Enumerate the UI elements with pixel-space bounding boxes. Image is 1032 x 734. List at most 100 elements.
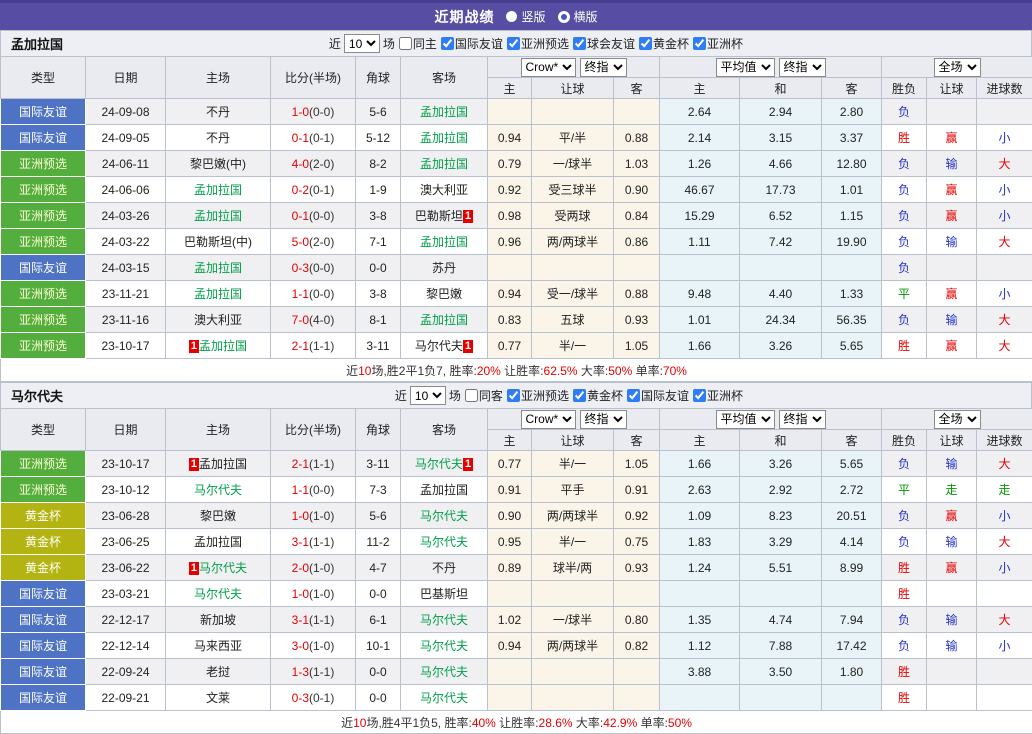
avg-draw-odds-cell: 7.88 <box>740 633 822 659</box>
league-label: 亚洲预选 <box>521 387 569 404</box>
league-checkbox[interactable] <box>639 37 652 50</box>
halftime-score: (0-0) <box>309 261 334 275</box>
league-checkbox[interactable] <box>693 389 706 402</box>
away-team-cell: 孟加拉国 <box>401 125 488 151</box>
league-filter-4[interactable]: 黄金杯 <box>635 35 689 52</box>
crow-handicap-cell <box>532 99 614 125</box>
league-checkbox[interactable] <box>507 37 520 50</box>
crow-bookmaker-select[interactable]: Crow* <box>521 58 576 77</box>
fulltime-score: 3-1 <box>292 535 309 549</box>
match-row: 国际友谊24-09-05不丹0-1(0-1)5-12孟加拉国0.94平/半0.8… <box>1 125 1032 151</box>
rank-badge-icon: 1 <box>463 210 473 223</box>
handicap-result-cell: 输 <box>927 307 977 333</box>
league-filter-3[interactable]: 国际友谊 <box>623 387 689 404</box>
crow-handicap-cell: 五球 <box>532 307 614 333</box>
halftime-score: (1-0) <box>309 509 334 523</box>
league-label: 国际友谊 <box>641 387 689 404</box>
league-filter-1[interactable]: 国际友谊 <box>437 35 503 52</box>
rank-badge-icon: 1 <box>463 458 473 471</box>
match-row: 黄金杯23-06-221马尔代夫2-0(1-0)4-7不丹0.89球半/两0.9… <box>1 555 1032 581</box>
crow-bookmaker-select[interactable]: Crow* <box>521 410 576 429</box>
crow-final-select[interactable]: 终指 <box>580 58 627 77</box>
col-header-6: 客场 <box>401 409 488 451</box>
match-type-cell: 亚洲预选 <box>1 333 86 359</box>
league-checkbox[interactable] <box>441 37 454 50</box>
avg-final-select[interactable]: 终指 <box>779 58 826 77</box>
rank-badge-icon: 1 <box>463 340 473 353</box>
league-checkbox[interactable] <box>627 389 640 402</box>
avg-select[interactable]: 平均值 <box>716 58 775 77</box>
title-bar: 近期战绩 竖版 横版 <box>0 0 1032 30</box>
fulltime-score: 1-0 <box>292 587 309 601</box>
avg-final-select[interactable]: 终指 <box>779 410 826 429</box>
same-side-checkbox[interactable] <box>465 389 478 402</box>
corner-cell: 11-2 <box>356 529 401 555</box>
filter-controls: 近10场同客亚洲预选黄金杯国际友谊亚洲杯 <box>395 386 743 405</box>
result-cell: 负 <box>882 151 927 177</box>
crow-odds-group-header: Crow*终指 <box>488 57 660 78</box>
recent-count-select[interactable]: 10 <box>344 34 380 53</box>
avg-draw-odds-cell: 4.66 <box>740 151 822 177</box>
layout-radio-vertical[interactable]: 竖版 <box>506 8 545 25</box>
recent-count-select[interactable]: 10 <box>410 386 446 405</box>
date-cell: 22-12-14 <box>86 633 166 659</box>
avg-draw-odds-cell: 4.74 <box>740 607 822 633</box>
crow-home-odds-cell: 0.91 <box>488 477 532 503</box>
corner-cell: 3-8 <box>356 203 401 229</box>
same-side-label: 同主 <box>413 35 437 52</box>
fullmatch-select[interactable]: 全场 <box>934 58 981 77</box>
team-text: 孟加拉国 <box>199 339 247 353</box>
avg-select[interactable]: 平均值 <box>716 410 775 429</box>
result-cell: 负 <box>882 229 927 255</box>
halftime-score: (0-1) <box>309 131 334 145</box>
same-side-filter[interactable]: 同客 <box>461 387 503 404</box>
crow-away-odds-cell: 0.86 <box>614 229 660 255</box>
radio-unselected-icon <box>558 11 570 23</box>
match-type-cell: 亚洲预选 <box>1 229 86 255</box>
league-filter-2[interactable]: 黄金杯 <box>569 387 623 404</box>
match-row: 亚洲预选23-10-12马尔代夫1-1(0-0)7-3孟加拉国0.91平手0.9… <box>1 477 1032 503</box>
team-text: 巴勒斯坦(中) <box>184 235 252 249</box>
league-checkbox[interactable] <box>693 37 706 50</box>
page-title: 近期战绩 <box>434 7 494 27</box>
avg-home-odds-cell: 46.67 <box>660 177 740 203</box>
league-filter-4[interactable]: 亚洲杯 <box>689 387 743 404</box>
league-checkbox[interactable] <box>507 389 520 402</box>
crow-handicap-cell <box>532 255 614 281</box>
sub-header-8: 让球 <box>927 78 977 99</box>
crow-handicap-cell: 半/一 <box>532 451 614 477</box>
score-cell: 3-0(1-0) <box>271 633 356 659</box>
halftime-score: (1-0) <box>309 587 334 601</box>
avg-home-odds-cell: 2.64 <box>660 99 740 125</box>
away-team-cell: 巴基斯坦 <box>401 581 488 607</box>
home-team: 1马尔代夫 <box>189 561 247 575</box>
score-cell: 4-0(2-0) <box>271 151 356 177</box>
match-row: 国际友谊24-03-15孟加拉国0-3(0-0)0-0苏丹负 <box>1 255 1032 281</box>
home-team-cell: 孟加拉国 <box>166 255 271 281</box>
avg-odds-group-header: 平均值终指 <box>660 57 882 78</box>
same-side-checkbox[interactable] <box>399 37 412 50</box>
crow-away-odds-cell: 0.75 <box>614 529 660 555</box>
league-filter-2[interactable]: 亚洲预选 <box>503 35 569 52</box>
handicap-result-cell: 输 <box>927 633 977 659</box>
crow-home-odds-cell: 0.83 <box>488 307 532 333</box>
league-filter-3[interactable]: 球会友谊 <box>569 35 635 52</box>
match-type-cell: 亚洲预选 <box>1 281 86 307</box>
fulltime-score: 0-3 <box>292 261 309 275</box>
away-team-cell: 马尔代夫1 <box>401 333 488 359</box>
home-team-cell: 1马尔代夫 <box>166 555 271 581</box>
same-side-filter[interactable]: 同主 <box>395 35 437 52</box>
league-filter-5[interactable]: 亚洲杯 <box>689 35 743 52</box>
league-filter-1[interactable]: 亚洲预选 <box>503 387 569 404</box>
crow-final-select[interactable]: 终指 <box>580 410 627 429</box>
league-checkbox[interactable] <box>573 37 586 50</box>
layout-radio-horizontal[interactable]: 横版 <box>558 8 598 25</box>
away-team: 马尔代夫 <box>420 509 468 523</box>
col-header-4: 比分(半场) <box>271 57 356 99</box>
score-cell: 1-0(0-0) <box>271 99 356 125</box>
league-checkbox[interactable] <box>573 389 586 402</box>
away-team-cell: 马尔代夫 <box>401 685 488 711</box>
fullmatch-select[interactable]: 全场 <box>934 410 981 429</box>
avg-draw-odds-cell: 24.34 <box>740 307 822 333</box>
avg-draw-odds-cell: 3.50 <box>740 659 822 685</box>
